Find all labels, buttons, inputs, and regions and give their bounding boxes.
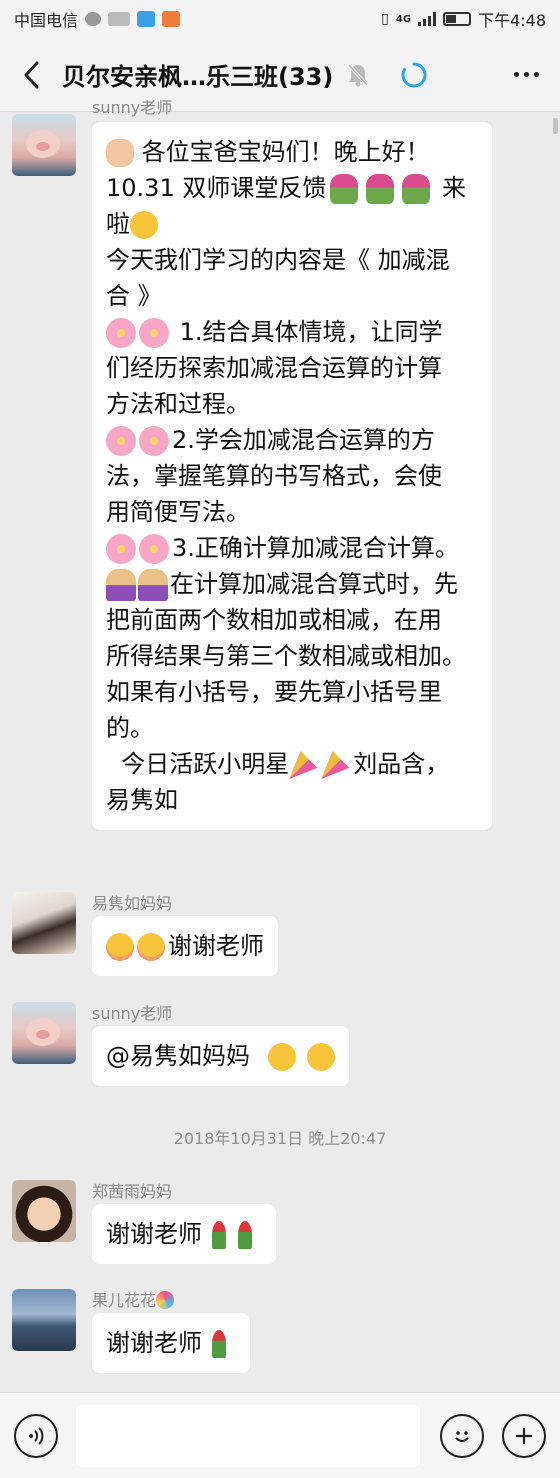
message-row: 易隽如妈妈 谢谢老师: [12, 892, 278, 976]
message-text: 谢谢老师: [106, 1329, 202, 1357]
message-input[interactable]: [76, 1404, 420, 1467]
chat-title: 贝尔安亲枫…乐三班(33): [62, 63, 334, 91]
message-bubble[interactable]: 各位宝爸宝妈们！晚上好！ 10.31 双师课堂反馈 来 啦 今天我们学习的内容是…: [92, 122, 492, 830]
smiling-face-emoji: [267, 1043, 296, 1071]
scrollbar[interactable]: [553, 118, 558, 134]
message-text: 把前面两个数相加或相减，在用: [106, 606, 442, 634]
message-bubble[interactable]: 谢谢老师: [92, 1204, 276, 1264]
cherry-blossom-emoji: [106, 534, 136, 564]
clapping-hands-emoji: [106, 139, 134, 167]
message-text: 今日活跃小明星: [106, 750, 290, 778]
message-text: 方法和过程。: [106, 390, 250, 418]
rose-emoji: [212, 1221, 226, 1249]
clock-label: 下午4:48: [478, 11, 546, 30]
loading-spinner-icon: [401, 62, 427, 88]
battery-icon: [443, 12, 472, 26]
message-text: 在计算加减混合算式时，先: [170, 570, 458, 598]
message-text: 1.结合具体情境，让同学: [172, 318, 443, 346]
message-text: 10.31 双师课堂反馈: [106, 174, 327, 202]
message-text: 的。: [106, 714, 154, 742]
sender-name: 郑茜雨妈妈: [92, 1182, 173, 1201]
voice-icon: [29, 1426, 44, 1445]
avatar[interactable]: [12, 892, 76, 954]
cherry-blossom-emoji: [106, 426, 136, 456]
mute-bell-icon: [345, 62, 371, 88]
chevron-left-icon: [24, 61, 39, 88]
plus-icon: [516, 1427, 532, 1444]
message-text: @易隽如妈妈: [106, 1042, 250, 1070]
message-bubble[interactable]: 谢谢老师: [92, 1313, 250, 1373]
message-text: 用简便写法。: [106, 498, 250, 526]
sender-name: 果儿花花: [92, 1291, 157, 1310]
message-row: 郑茜雨妈妈 谢谢老师: [12, 1180, 276, 1264]
message-text: 各位宝爸宝妈们！晚上好！: [134, 138, 430, 166]
sender-name: 易隽如妈妈: [92, 894, 173, 913]
back-button[interactable]: [14, 55, 48, 95]
status-bar: 中国电信 ▯ 4G 下午4:48: [0, 0, 560, 38]
message-text: 啦: [106, 210, 130, 238]
message-text: 法，掌握笔算的书写格式，会使: [106, 462, 442, 490]
message-text: 3.正确计算加减混合计算。: [172, 534, 459, 562]
message-text: 2.学会加减混合运算的方: [172, 426, 435, 454]
message-text: 如果有小括号，要先算小括号里: [106, 678, 442, 706]
message-text: 来: [441, 174, 466, 202]
blushing-face-emoji: [106, 933, 134, 961]
bouquet-emoji: [402, 174, 431, 204]
avatar[interactable]: [12, 114, 76, 176]
smiley-icon: [455, 1430, 469, 1442]
emoji-button[interactable]: [440, 1413, 484, 1458]
message-text: 谢谢老师: [106, 1220, 202, 1248]
carrier-label: 中国电信: [14, 11, 79, 30]
signal-icon: [418, 12, 437, 26]
message-text: 刘品含，: [353, 750, 450, 778]
input-bar: [0, 1392, 560, 1478]
wechat-notification-icon: [85, 12, 102, 26]
chat-timestamp: 2018年10月31日 晚上20:47: [173, 1129, 387, 1148]
video-notification-icon: [162, 11, 181, 27]
status-bar-right: ▯ 4G 下午4:48: [381, 7, 546, 31]
message-row: sunny老师 @易隽如妈妈: [12, 1002, 350, 1086]
app-notification-icon: [108, 12, 131, 26]
message-bubble[interactable]: @易隽如妈妈: [92, 1026, 350, 1086]
cherry-blossom-emoji: [139, 426, 169, 456]
sender-name: sunny老师: [92, 1004, 173, 1023]
cherry-blossom-emoji: [139, 534, 169, 564]
party-popper-emoji: [289, 751, 318, 779]
bouquet-emoji: [366, 174, 395, 204]
vibrate-icon: ▯: [381, 11, 389, 27]
more-options-button[interactable]: [506, 72, 546, 77]
bouquet-emoji: [330, 174, 359, 204]
cherry-blossom-emoji: [106, 318, 136, 348]
avatar[interactable]: [12, 1289, 76, 1351]
person-raising-hand-emoji: [138, 569, 168, 601]
message-text: 易隽如: [106, 786, 178, 814]
cherry-blossom-emoji: [139, 318, 169, 348]
smiling-face-emoji: [307, 1043, 336, 1071]
party-popper-emoji: [321, 751, 350, 779]
blushing-face-emoji: [137, 933, 165, 961]
rose-emoji: [212, 1330, 226, 1358]
message-bubble[interactable]: 谢谢老师: [92, 916, 278, 976]
more-functions-button[interactable]: [502, 1413, 546, 1458]
avatar[interactable]: [12, 1002, 76, 1064]
message-text: 合 》: [106, 282, 162, 310]
rose-emoji: [238, 1221, 252, 1249]
shield-notification-icon: [137, 11, 156, 27]
message-text: 所得结果与第三个数相减或相加。: [106, 642, 466, 670]
network-type-label: 4G: [395, 13, 412, 25]
grinning-face-emoji: [130, 211, 158, 239]
sender-name: sunny老师: [92, 100, 173, 117]
person-raising-hand-emoji: [106, 569, 136, 601]
message-text: 谢谢老师: [168, 932, 264, 960]
message-row: 果儿花花 谢谢老师: [12, 1289, 250, 1373]
message-text: 今天我们学习的内容是《 加减混: [106, 246, 450, 274]
avatar[interactable]: [12, 1180, 76, 1242]
status-bar-left: 中国电信: [14, 7, 181, 31]
lollipop-emoji: [156, 1291, 175, 1309]
message-row: sunny老师 各位宝爸宝妈们！晚上好！ 10.31 双师课堂反馈 来 啦 今天…: [12, 100, 492, 830]
message-text: 们经历探索加减混合运算的计算: [106, 354, 442, 382]
voice-input-button[interactable]: [14, 1413, 58, 1458]
sender-name-row: 果儿花花: [92, 1289, 250, 1313]
